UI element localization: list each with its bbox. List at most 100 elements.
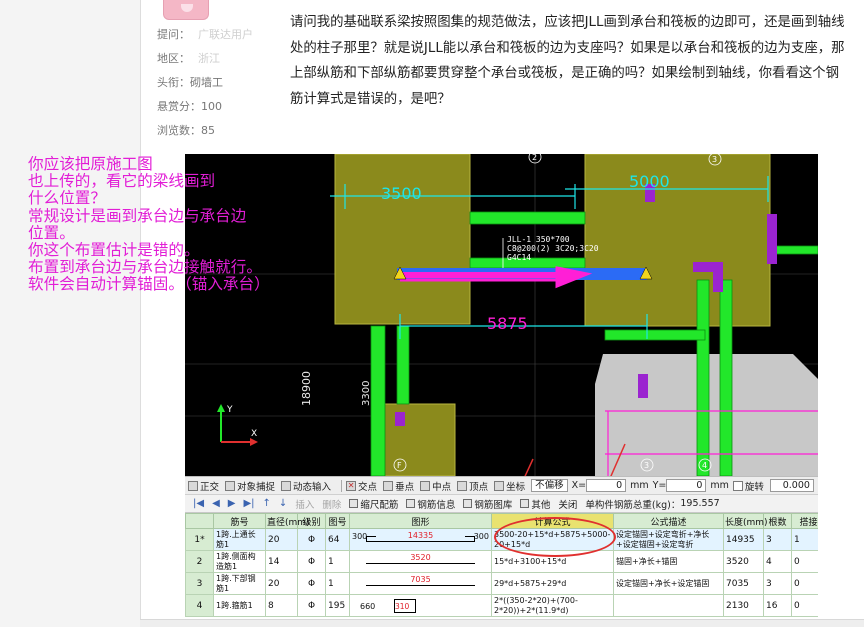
- table-row[interactable]: 2 1跨.侧面构造筋1 14 Φ 1 3520 15*d+3100+15*d 锚…: [185, 550, 818, 573]
- move-up-icon[interactable]: ↑: [263, 498, 271, 509]
- rebar-figure-no[interactable]: 64: [325, 528, 350, 551]
- green-beam-v3: [696, 279, 710, 476]
- rebar-grade[interactable]: Φ: [297, 572, 326, 595]
- rebar-length[interactable]: 2130: [723, 594, 764, 617]
- rebar-count[interactable]: 3: [763, 528, 792, 551]
- rebar-formula[interactable]: 2*((350-2*20)+(700-2*20))+2*(11.9*d): [491, 594, 614, 617]
- prev-record-icon[interactable]: ◀: [212, 498, 220, 509]
- axis-label-3: 3: [644, 461, 649, 470]
- asker-label: 提问：: [157, 28, 190, 41]
- ucs-axis-icon: [217, 404, 258, 446]
- close-button[interactable]: 关闭: [558, 497, 577, 511]
- rebar-grade[interactable]: Φ: [297, 550, 326, 573]
- y-input[interactable]: 0: [666, 479, 707, 492]
- rebar-shape[interactable]: 7035: [349, 572, 492, 595]
- rebar-library-button[interactable]: 钢筋图库: [463, 497, 512, 511]
- rebar-formula-desc[interactable]: 锚固+净长+锚固: [613, 550, 724, 573]
- shape-mid-value: 310: [395, 601, 410, 611]
- rebar-grade[interactable]: Φ: [297, 528, 326, 551]
- header-cell: 级别: [297, 513, 326, 529]
- move-down-icon[interactable]: ↓: [279, 498, 287, 509]
- asker-value[interactable]: 广联达用户: [198, 28, 253, 41]
- rebar-formula-desc[interactable]: 设定锚固+设定弯折+净长+设定锚固+设定弯折: [613, 528, 724, 551]
- rebar-diameter[interactable]: 20: [265, 572, 298, 595]
- rebar-shape[interactable]: 660 310: [349, 594, 492, 617]
- rebar-name[interactable]: 1跨.上通长筋1: [213, 528, 266, 551]
- delete-button[interactable]: 删除: [322, 497, 341, 511]
- shape-mid-value: 7035: [410, 574, 431, 584]
- vertex-snap[interactable]: 顶点: [457, 479, 488, 493]
- intersect-snap[interactable]: ✕ 交点: [346, 479, 377, 493]
- first-record-icon[interactable]: |◀: [193, 498, 204, 509]
- answer-line: 软件会自动计算锚固。（锚入承台）: [28, 275, 270, 294]
- rebar-formula-desc[interactable]: [613, 594, 724, 617]
- dim-3500: 3500: [381, 184, 422, 203]
- rebar-name[interactable]: 1跨.箍筋1: [213, 594, 266, 617]
- coord-snap[interactable]: 坐标: [494, 479, 525, 493]
- insert-button[interactable]: 插入: [295, 497, 314, 511]
- rebar-length[interactable]: 3520: [723, 550, 764, 573]
- rebar-count[interactable]: 4: [763, 550, 792, 573]
- rebar-info-button[interactable]: 钢筋信息: [406, 497, 455, 511]
- rebar-diameter[interactable]: 8: [265, 594, 298, 617]
- formula-highlight-ellipse: [494, 517, 616, 557]
- header-cell: 公式描述: [613, 513, 724, 529]
- scale-rebar-button[interactable]: 缩尺配筋: [349, 497, 398, 511]
- rebar-diameter[interactable]: 14: [265, 550, 298, 573]
- rebar-lap[interactable]: 0: [791, 594, 818, 617]
- rebar-grade[interactable]: Φ: [297, 594, 326, 617]
- region-row: 地区： 浙江: [157, 51, 220, 67]
- rebar-lap[interactable]: 0: [791, 572, 818, 595]
- y-unit: mm: [710, 480, 729, 491]
- rebar-shape-drawing: 660 310: [352, 596, 489, 616]
- checkbox-icon: [732, 480, 743, 491]
- rebar-name[interactable]: 1跨.侧面构造筋1: [213, 550, 266, 573]
- green-beam-h3: [769, 245, 818, 255]
- reward-row: 悬赏分：100: [157, 99, 222, 115]
- x-input[interactable]: 0: [586, 479, 627, 492]
- snap-toggle[interactable]: 对象捕捉: [225, 479, 275, 493]
- ortho-toggle[interactable]: 正交: [188, 479, 219, 493]
- perp-snap[interactable]: 垂点: [383, 479, 414, 493]
- total-weight-value: 195.557: [680, 498, 720, 509]
- user-avatar[interactable]: [163, 0, 209, 20]
- title-label: 头衔：: [157, 76, 190, 89]
- next-record-icon[interactable]: ▶: [228, 498, 236, 509]
- header-cell: [185, 513, 214, 529]
- table-row[interactable]: 4 1跨.箍筋1 8 Φ 195 660 310 2*((350-2*20)+(…: [185, 594, 818, 617]
- rebar-lap[interactable]: 1: [791, 528, 818, 551]
- answer-line: 位置。: [28, 223, 75, 242]
- rebar-formula[interactable]: 29*d+5875+29*d: [491, 572, 614, 595]
- rebar-figure-no[interactable]: 195: [325, 594, 350, 617]
- rebar-toolbar: |◀ ◀ ▶ ▶| ↑ ↓ 插入 删除 缩尺配筋 钢筋信息 钢筋图库 其他 关闭…: [185, 494, 818, 513]
- rebar-lap[interactable]: 0: [791, 550, 818, 573]
- other-menu-button[interactable]: 其他: [520, 497, 550, 511]
- rebar-figure-no[interactable]: 1: [325, 572, 350, 595]
- last-record-icon[interactable]: ▶|: [243, 498, 254, 509]
- rebar-length[interactable]: 7035: [723, 572, 764, 595]
- rebar-shape[interactable]: 300 14335 300: [349, 528, 492, 551]
- rebar-formula-desc[interactable]: 设定锚固+净长+设定锚固: [613, 572, 724, 595]
- rotate-input[interactable]: 0.000: [769, 479, 814, 492]
- dim-3300: 3300: [361, 381, 372, 406]
- rebar-name[interactable]: 1跨.下部钢筋1: [213, 572, 266, 595]
- rebar-count[interactable]: 16: [763, 594, 792, 617]
- x-label: X=: [571, 480, 587, 491]
- rebar-shape[interactable]: 3520: [349, 550, 492, 573]
- axis-label-2-top: 2: [532, 154, 537, 162]
- header-cell: 图形: [349, 513, 492, 529]
- rebar-figure-no[interactable]: 1: [325, 550, 350, 573]
- rotate-checkbox[interactable]: 旋转: [732, 479, 764, 493]
- rebar-length[interactable]: 14935: [723, 528, 764, 551]
- table-row[interactable]: 3 1跨.下部钢筋1 20 Φ 1 7035 29*d+5875+29*d 设定…: [185, 572, 818, 595]
- rebar-diameter[interactable]: 20: [265, 528, 298, 551]
- menu-icon: [520, 499, 530, 508]
- pile-cap-left: [334, 154, 471, 325]
- dynamic-input-toggle[interactable]: 动态输入: [281, 479, 331, 493]
- question-text: 请问我的基础联系梁按照图集的规范做法，应该把JLL画到承台和筏板的边即可，还是画…: [290, 15, 845, 107]
- offset-select[interactable]: 不偏移: [531, 479, 568, 492]
- mid-snap[interactable]: 中点: [420, 479, 451, 493]
- midpoint-icon: [420, 480, 431, 491]
- rebar-count[interactable]: 3: [763, 572, 792, 595]
- views-row: 浏览数：85: [157, 123, 215, 139]
